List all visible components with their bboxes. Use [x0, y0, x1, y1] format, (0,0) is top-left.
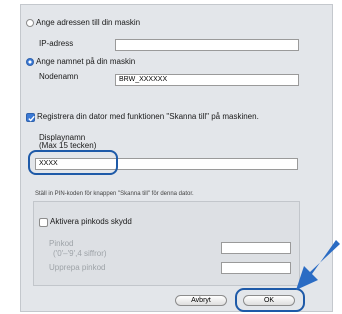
pin-hint: ('0'–'9',4 siffror) — [53, 249, 107, 258]
cancel-button[interactable]: Avbryt — [175, 295, 227, 306]
radio-node-name[interactable] — [26, 58, 34, 66]
radio-address[interactable] — [26, 19, 34, 27]
pin-group-box: Aktivera pinkods skydd Pinkod ('0'–'9',4… — [33, 201, 300, 286]
register-checkbox[interactable] — [26, 113, 35, 122]
ip-address-field[interactable] — [115, 39, 299, 51]
display-name-highlight — [28, 150, 118, 175]
ip-label: IP-adress — [39, 39, 74, 48]
node-name-field[interactable]: BRW_XXXXXX — [115, 74, 299, 86]
pin-label: Pinkod — [49, 239, 74, 248]
pin-protection-checkbox[interactable] — [39, 218, 48, 227]
repeat-pin-label: Upprepa pinkod — [49, 263, 106, 272]
radio-address-label: Ange adressen till din maskin — [36, 18, 141, 27]
register-checkbox-label: Registrera din dator med funktionen "Ska… — [37, 112, 259, 121]
node-label: Nodenamn — [39, 72, 79, 81]
repeat-pin-field[interactable] — [221, 262, 291, 274]
pin-protection-label: Aktivera pinkods skydd — [50, 217, 132, 226]
pointer-arrow-icon — [296, 240, 340, 290]
pin-instructions: Ställ in PIN-koden för knappen "Skanna t… — [35, 191, 194, 197]
pin-field[interactable] — [221, 242, 291, 254]
checkmark-icon — [28, 115, 35, 122]
radio-node-name-label: Ange namnet på din maskin — [36, 57, 136, 66]
